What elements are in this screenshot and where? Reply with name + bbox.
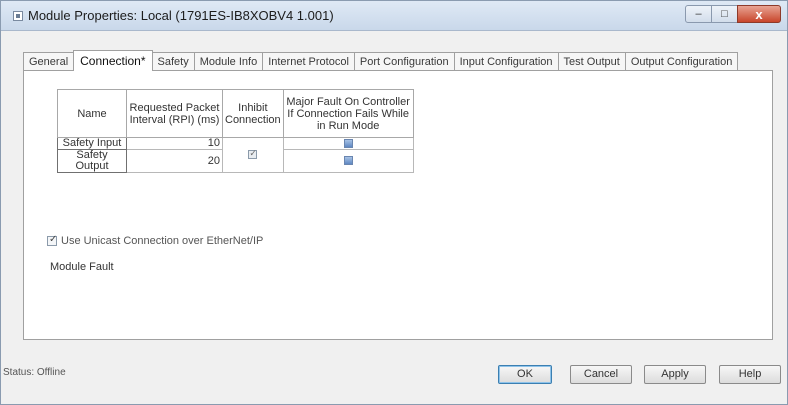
maximize-button[interactable]: □	[711, 5, 738, 23]
module-properties-dialog: Module Properties: Local (1791ES-IB8XOBV…	[0, 0, 788, 405]
unicast-checkbox[interactable]	[47, 234, 57, 246]
row-name-cell: Safety Input	[57, 137, 127, 150]
tab-output-configuration[interactable]: Output Configuration	[624, 52, 739, 71]
help-button[interactable]: Help	[719, 365, 781, 384]
column-header-major-fault: Major Fault On Controller If Connection …	[282, 89, 414, 138]
unicast-label: Use Unicast Connection over EtherNet/IP	[61, 235, 264, 247]
ok-button[interactable]: OK	[498, 365, 552, 384]
rpi-input[interactable]: 20	[126, 149, 223, 173]
connection-table: Name Requested Packet Interval (RPI) (ms…	[57, 89, 414, 173]
major-fault-cell	[282, 137, 414, 150]
column-header-name: Name	[57, 89, 127, 138]
minimize-button[interactable]: –	[685, 5, 712, 23]
minimize-icon: –	[695, 8, 702, 20]
tab-general[interactable]: General	[23, 52, 75, 71]
column-header-rpi: Requested Packet Interval (RPI) (ms)	[126, 89, 223, 138]
window-title: Module Properties: Local (1791ES-IB8XOBV…	[28, 8, 334, 23]
major-fault-checkbox[interactable]	[343, 156, 353, 166]
close-icon: x	[755, 6, 763, 22]
major-fault-checkbox[interactable]	[343, 138, 353, 148]
table-row: Safety Input 10	[57, 137, 414, 173]
major-fault-cell	[282, 149, 414, 173]
table-header-row: Name Requested Packet Interval (RPI) (ms…	[57, 89, 414, 138]
rpi-input[interactable]: 10	[126, 137, 223, 150]
cancel-button[interactable]: Cancel	[570, 365, 632, 384]
inhibit-cell	[222, 137, 284, 173]
tab-port-configuration[interactable]: Port Configuration	[353, 52, 455, 71]
tab-test-output[interactable]: Test Output	[557, 52, 626, 71]
close-button[interactable]: x	[737, 5, 781, 23]
module-fault-label: Module Fault	[50, 261, 114, 273]
inhibit-connection-checkbox[interactable]	[248, 148, 258, 160]
unicast-option[interactable]: Use Unicast Connection over EtherNet/IP	[47, 234, 264, 247]
app-icon	[13, 11, 23, 21]
tab-strip: General Connection* Safety Module Info I…	[23, 50, 739, 71]
tab-input-configuration[interactable]: Input Configuration	[453, 52, 559, 71]
tab-connection[interactable]: Connection*	[73, 50, 153, 71]
row-name-cell: Safety Output	[57, 149, 127, 173]
connection-tab-panel: Name Requested Packet Interval (RPI) (ms…	[23, 70, 773, 340]
tab-safety[interactable]: Safety	[151, 52, 195, 71]
maximize-icon: □	[721, 8, 728, 20]
column-header-inhibit: Inhibit Connection	[222, 89, 284, 138]
tab-internet-protocol[interactable]: Internet Protocol	[262, 52, 355, 71]
tab-module-info[interactable]: Module Info	[193, 52, 264, 71]
caption-buttons: – □ x	[685, 5, 781, 25]
apply-button[interactable]: Apply	[644, 365, 706, 384]
status-text: Status: Offline	[3, 367, 66, 378]
title-bar[interactable]: Module Properties: Local (1791ES-IB8XOBV…	[1, 1, 787, 31]
